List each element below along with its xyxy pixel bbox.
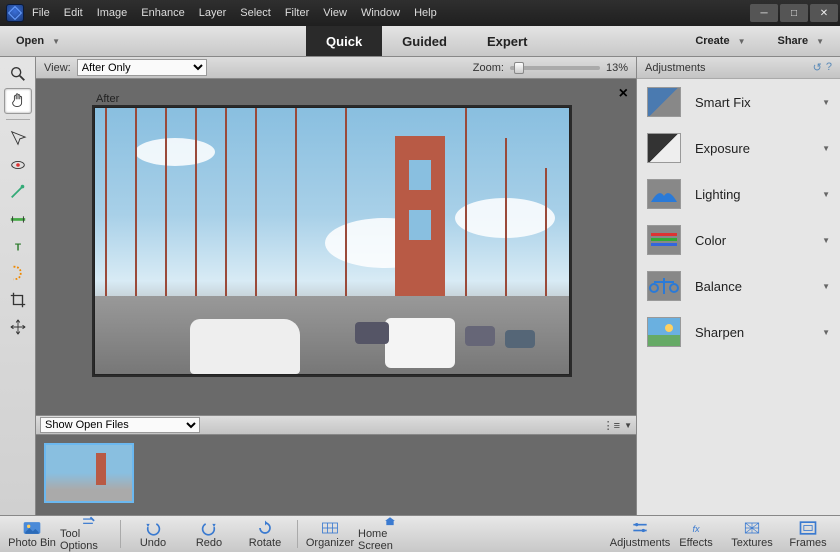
whiten-teeth-tool[interactable]	[4, 179, 32, 205]
app-icon	[6, 4, 24, 22]
mode-tabs: Quick Guided Expert	[306, 26, 547, 56]
view-label: View:	[44, 62, 71, 74]
exposure-icon	[647, 133, 681, 163]
color-icon	[647, 225, 681, 255]
right-panel: Adjustments ↺ ? Smart Fix▼ Exposure▼ Lig…	[636, 57, 840, 515]
view-bar: View: After Only Zoom: 13%	[36, 57, 636, 79]
maximize-button[interactable]: □	[780, 4, 808, 22]
window-controls: ─ □ ✕	[750, 4, 840, 22]
after-label: After	[96, 93, 620, 105]
help-icon[interactable]: ?	[826, 61, 832, 74]
menu-select[interactable]: Select	[240, 7, 271, 19]
tab-guided[interactable]: Guided	[382, 26, 467, 56]
adjustment-exposure[interactable]: Exposure▼	[637, 125, 840, 171]
redeye-tool[interactable]	[4, 152, 32, 178]
menu-file[interactable]: File	[32, 7, 50, 19]
adjustments-header: Adjustments ↺ ?	[637, 57, 840, 79]
rotate-button[interactable]: Rotate	[237, 516, 293, 552]
sharpen-icon	[647, 317, 681, 347]
zoom-tool[interactable]	[4, 61, 32, 87]
chevron-down-icon: ▼	[738, 37, 746, 46]
bin-options-icon[interactable]: ⋮≡	[603, 419, 620, 432]
chevron-down-icon[interactable]: ▼	[624, 421, 632, 430]
document-preview[interactable]	[94, 107, 570, 375]
menu-filter[interactable]: Filter	[285, 7, 309, 19]
mode-bar: Open▼ Quick Guided Expert Create▼ Share▼	[0, 26, 840, 57]
tab-quick[interactable]: Quick	[306, 26, 382, 56]
lighting-icon	[647, 179, 681, 209]
share-button[interactable]: Share▼	[762, 26, 840, 56]
zoom-value: 13%	[606, 62, 628, 74]
straighten-tool[interactable]	[4, 206, 32, 232]
menu-bar: File Edit Image Enhance Layer Select Fil…	[32, 7, 437, 19]
adjustment-sharpen[interactable]: Sharpen▼	[637, 309, 840, 355]
menu-image[interactable]: Image	[97, 7, 128, 19]
move-tool[interactable]	[4, 314, 32, 340]
spot-heal-tool[interactable]	[4, 260, 32, 286]
titlebar: File Edit Image Enhance Layer Select Fil…	[0, 0, 840, 26]
close-document-button[interactable]: ×	[619, 85, 628, 103]
close-window-button[interactable]: ✕	[810, 4, 838, 22]
adjustment-smart-fix[interactable]: Smart Fix▼	[637, 79, 840, 125]
balance-icon	[647, 271, 681, 301]
open-button[interactable]: Open▼	[0, 26, 76, 56]
canvas-area: View: After Only Zoom: 13% × After	[36, 57, 636, 515]
photo-bin	[36, 435, 636, 515]
textures-button[interactable]: Textures	[724, 516, 780, 552]
tab-expert[interactable]: Expert	[467, 26, 547, 56]
organizer-button[interactable]: Organizer	[302, 516, 358, 552]
effects-button[interactable]: fx Effects	[668, 516, 724, 552]
left-toolbar: T	[0, 57, 36, 515]
chevron-down-icon: ▼	[816, 37, 824, 46]
crop-tool[interactable]	[4, 287, 32, 313]
chevron-down-icon: ▼	[52, 37, 60, 46]
menu-view[interactable]: View	[323, 7, 347, 19]
adjustment-lighting[interactable]: Lighting▼	[637, 171, 840, 217]
minimize-button[interactable]: ─	[750, 4, 778, 22]
photo-bin-bar: Show Open Files ⋮≡ ▼	[36, 415, 636, 435]
undo-button[interactable]: Undo	[125, 516, 181, 552]
svg-text:T: T	[14, 243, 20, 254]
home-screen-button[interactable]: Home Screen	[358, 516, 422, 552]
svg-text:fx: fx	[692, 524, 700, 534]
create-button[interactable]: Create▼	[679, 26, 761, 56]
frames-button[interactable]: Frames	[780, 516, 836, 552]
content: T View: After Only Zoom: 13% × After	[0, 57, 840, 515]
quick-select-tool[interactable]	[4, 125, 32, 151]
zoom-label: Zoom:	[473, 62, 504, 74]
text-tool[interactable]: T	[4, 233, 32, 259]
zoom-slider[interactable]	[510, 66, 600, 70]
menu-layer[interactable]: Layer	[199, 7, 227, 19]
redo-button[interactable]: Redo	[181, 516, 237, 552]
bin-dropdown[interactable]: Show Open Files	[40, 417, 200, 433]
tool-options-button[interactable]: Tool Options	[60, 516, 116, 552]
adjustments-button[interactable]: Adjustments	[612, 516, 668, 552]
menu-help[interactable]: Help	[414, 7, 437, 19]
hand-tool[interactable]	[4, 88, 32, 114]
adjustment-color[interactable]: Color▼	[637, 217, 840, 263]
menu-edit[interactable]: Edit	[64, 7, 83, 19]
menu-enhance[interactable]: Enhance	[141, 7, 184, 19]
menu-window[interactable]: Window	[361, 7, 400, 19]
reset-icon[interactable]: ↺	[813, 61, 822, 74]
bottom-bar: Photo Bin Tool Options Undo Redo Rotate …	[0, 515, 840, 552]
adjustment-balance[interactable]: Balance▼	[637, 263, 840, 309]
thumbnail[interactable]	[44, 443, 134, 503]
smart-fix-icon	[647, 87, 681, 117]
view-select[interactable]: After Only	[77, 59, 207, 76]
photo-bin-button[interactable]: Photo Bin	[4, 516, 60, 552]
canvas-main: × After	[36, 79, 636, 415]
